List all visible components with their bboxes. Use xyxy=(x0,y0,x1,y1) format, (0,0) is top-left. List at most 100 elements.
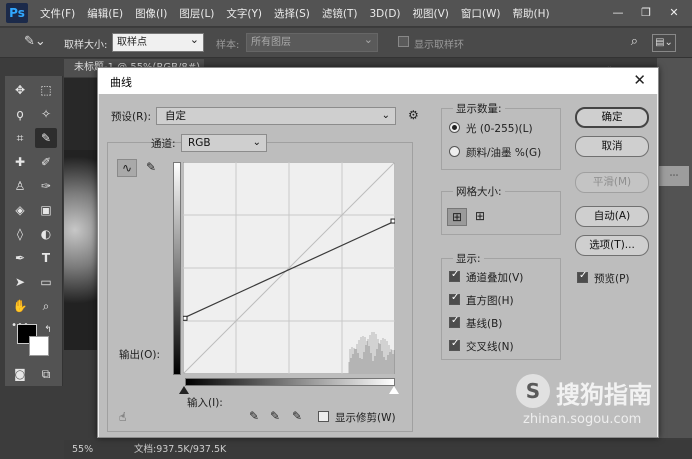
dodge-tool-icon[interactable]: ◐ xyxy=(35,224,57,244)
cancel-button[interactable]: 取消 xyxy=(575,136,649,157)
output-gradient-bar xyxy=(173,162,181,375)
marquee-tool-icon[interactable]: ⬚ xyxy=(35,80,57,100)
eyedropper-icon[interactable]: ✎⌄ xyxy=(24,34,48,52)
channel-select[interactable]: RGB ⌄ xyxy=(181,134,267,152)
chevron-down-icon: ⌄ xyxy=(381,110,390,121)
show-clipping-label: 显示修剪(W) xyxy=(335,412,396,424)
histogram-label: 直方图(H) xyxy=(466,295,514,307)
detailed-grid-icon[interactable]: ⊞ xyxy=(470,208,490,226)
dialog-title: 曲线 xyxy=(110,76,132,89)
sogou-logo: S xyxy=(516,374,550,408)
blur-tool-icon[interactable]: ◊ xyxy=(9,224,31,244)
search-icon[interactable]: ⌕ xyxy=(631,34,638,49)
black-point-eyedropper-icon[interactable]: ✎ xyxy=(249,409,259,423)
preview-label: 预览(P) xyxy=(594,273,630,285)
menu-bar: Ps 文件(F) 编辑(E) 图像(I) 图层(L) 文字(Y) 选择(S) 滤… xyxy=(0,0,692,27)
history-brush-tool-icon[interactable]: ✑ xyxy=(35,176,57,196)
white-point-eyedropper-icon[interactable]: ✎ xyxy=(292,409,302,423)
grid-size-legend: 网格大小: xyxy=(453,184,505,199)
ok-button[interactable]: 确定 xyxy=(575,107,649,128)
brush-tool-icon[interactable]: ✐ xyxy=(35,152,57,172)
light-radio[interactable] xyxy=(449,122,460,133)
show-ring-label: 显示取样环 xyxy=(414,40,464,51)
channel-value: RGB xyxy=(188,137,211,149)
gear-icon[interactable]: ⚙ xyxy=(408,108,419,122)
stamp-tool-icon[interactable]: ♙ xyxy=(9,176,31,196)
pen-tool-icon[interactable]: ✒ xyxy=(9,248,31,268)
gray-point-eyedropper-icon[interactable]: ✎ xyxy=(270,409,280,423)
preset-select[interactable]: 自定 ⌄ xyxy=(156,107,396,125)
hand-tool-icon[interactable]: ✋ xyxy=(9,296,31,316)
baseline-label: 基线(B) xyxy=(466,318,503,330)
curve-point-black xyxy=(183,315,188,321)
auto-button[interactable]: 自动(A) xyxy=(575,206,649,227)
histogram-checkbox[interactable] xyxy=(449,292,460,305)
sample-label: 样本: xyxy=(216,40,240,51)
right-panel-dock: ⋯ xyxy=(657,58,692,438)
sample-size-select[interactable]: 取样点 xyxy=(112,31,204,52)
options-button[interactable]: 选项(T)... xyxy=(575,235,649,256)
menu-3d[interactable]: 3D(D) xyxy=(369,8,400,20)
show-legend: 显示: xyxy=(453,251,484,266)
watermark-url: zhinan.sogou.com xyxy=(523,412,642,427)
menu-edit[interactable]: 编辑(E) xyxy=(87,6,123,21)
curve-point-white xyxy=(390,218,395,224)
gradient-tool-icon[interactable]: ▣ xyxy=(35,200,57,220)
menu-select[interactable]: 选择(S) xyxy=(274,6,310,21)
menu-image[interactable]: 图像(I) xyxy=(135,6,167,21)
swap-colors-icon[interactable]: ↰ xyxy=(37,320,59,340)
menu-help[interactable]: 帮助(H) xyxy=(513,6,550,21)
channel-overlays-checkbox[interactable] xyxy=(449,269,460,282)
menu-view[interactable]: 视图(V) xyxy=(413,6,449,21)
simple-grid-icon[interactable]: ⊞ xyxy=(447,208,467,226)
minimize-icon[interactable]: — xyxy=(604,4,632,22)
baseline-checkbox[interactable] xyxy=(449,315,460,328)
rectangle-tool-icon[interactable]: ▭ xyxy=(35,272,57,292)
show-amount-legend: 显示数量: xyxy=(453,101,505,116)
dialog-close-icon[interactable]: ✕ xyxy=(633,71,646,89)
menu-type[interactable]: 文字(Y) xyxy=(226,6,262,21)
show-clipping-checkbox[interactable] xyxy=(318,411,329,422)
eyedropper-tool-icon[interactable]: ✎ xyxy=(35,128,57,148)
pencil-mode-icon[interactable]: ✎ xyxy=(141,159,161,177)
restore-icon[interactable]: ❐ xyxy=(632,4,660,22)
zoom-tool-icon[interactable]: ⌕ xyxy=(35,296,57,316)
menu-file[interactable]: 文件(F) xyxy=(40,6,75,21)
canvas-image xyxy=(64,150,100,350)
preset-value: 自定 xyxy=(165,110,186,122)
eraser-tool-icon[interactable]: ◈ xyxy=(9,200,31,220)
healing-brush-tool-icon[interactable]: ✚ xyxy=(9,152,31,172)
status-bar: 55% 文档:937.5K/937.5K xyxy=(64,440,692,459)
lasso-tool-icon[interactable]: ϙ xyxy=(9,104,31,124)
type-tool-icon[interactable]: T xyxy=(35,248,57,268)
menu-items: 文件(F) 编辑(E) 图像(I) 图层(L) 文字(Y) 选择(S) 滤镜(T… xyxy=(40,0,562,27)
smooth-button[interactable]: 平滑(M) xyxy=(575,172,649,193)
menu-filter[interactable]: 滤镜(T) xyxy=(322,6,358,21)
curve-graph[interactable] xyxy=(183,162,395,374)
pigment-radio[interactable] xyxy=(449,146,460,157)
move-tool-icon[interactable]: ✥ xyxy=(9,80,31,100)
target-adjust-icon[interactable]: ☝ xyxy=(119,410,126,424)
path-selection-tool-icon[interactable]: ➤ xyxy=(9,272,31,292)
intersection-line-checkbox[interactable] xyxy=(449,338,460,351)
channel-overlays-label: 通道叠加(V) xyxy=(466,272,524,284)
quick-mask-icon[interactable]: ◙ xyxy=(9,364,31,384)
tools-panel: ✥ ⬚ ϙ ✧ ⌗ ✎ ✚ ✐ ♙ ✑ ◈ ▣ ◊ ◐ ✒ T ➤ ▭ ✋ ⌕ … xyxy=(5,76,63,386)
sample-size-label: 取样大小: xyxy=(64,40,108,51)
close-icon[interactable]: ✕ xyxy=(660,4,688,22)
menu-layer[interactable]: 图层(L) xyxy=(179,6,214,21)
menu-window[interactable]: 窗口(W) xyxy=(461,6,501,21)
screen-mode-icon[interactable]: ⧉ xyxy=(35,364,57,384)
preview-checkbox[interactable] xyxy=(577,270,588,283)
show-ring-checkbox[interactable] xyxy=(398,36,409,47)
black-point-slider[interactable] xyxy=(179,386,189,394)
curve-edit-mode-icon[interactable]: ∿ xyxy=(117,159,137,177)
magic-wand-tool-icon[interactable]: ✧ xyxy=(35,104,57,124)
white-point-slider[interactable] xyxy=(389,386,399,394)
sample-select[interactable]: 所有图层 xyxy=(246,31,378,52)
crop-tool-icon[interactable]: ⌗ xyxy=(9,128,31,148)
panel-thumbnail[interactable]: ⋯ xyxy=(659,166,689,186)
dialog-titlebar[interactable]: 曲线 ✕ xyxy=(98,68,658,94)
workspace-icon[interactable]: ▤⌄ xyxy=(652,34,676,52)
zoom-level[interactable]: 55% xyxy=(72,440,93,459)
